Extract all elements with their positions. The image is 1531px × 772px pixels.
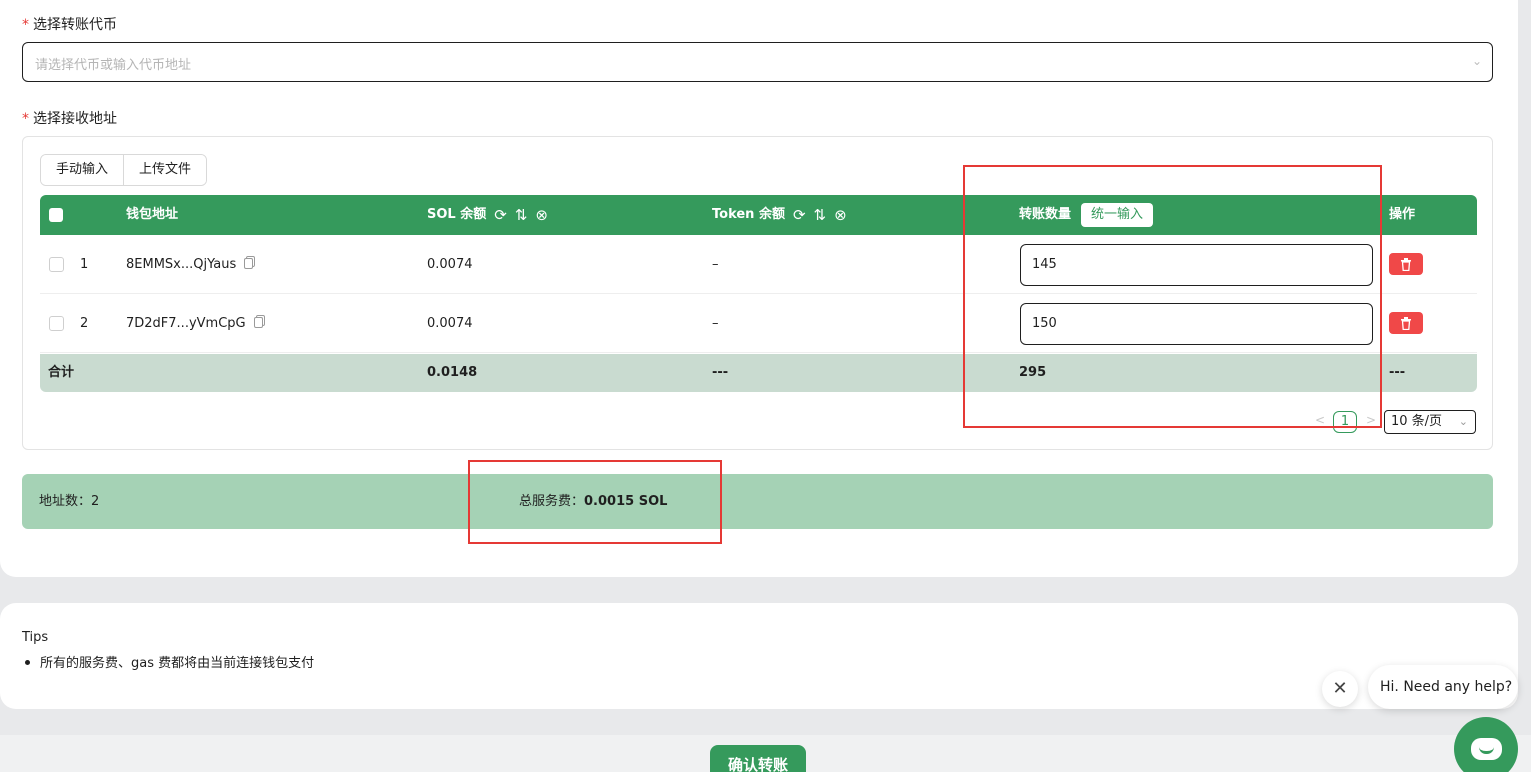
address-panel: 手动输入 上传文件 钱包地址 SOL 余额 ⟳ ⇅ ⊗ Token 余额 ⟳ ⇅…: [22, 136, 1493, 450]
total-label: 合计: [48, 365, 75, 380]
transfer-form-card: * 选择转账代币 请选择代币或输入代币地址 ⌄ * 选择接收地址 手动输入 上传文件…: [0, 0, 1518, 577]
tips-title: Tips: [22, 630, 49, 645]
total-service-fee: 总服务费：0.0015 SOL: [519, 494, 668, 509]
page-number[interactable]: 1: [1333, 411, 1357, 433]
select-all-checkbox[interactable]: [49, 208, 63, 222]
sort-icon[interactable]: ⇅: [515, 207, 528, 223]
copy-icon[interactable]: [253, 317, 263, 328]
tips-card: Tips 所有的服务费、gas 费都将由当前连接钱包支付: [0, 603, 1518, 709]
tips-item: 所有的服务费、gas 费都将由当前连接钱包支付: [22, 652, 314, 671]
chat-greeting[interactable]: Hi. Need any help?: [1368, 665, 1518, 709]
refresh-icon[interactable]: ⟳: [793, 207, 806, 223]
table-row: 1 8EMMSx...QjYaus 0.0074 – 145: [40, 235, 1477, 294]
row-index: 1: [80, 257, 89, 272]
token-select[interactable]: 请选择代币或输入代币地址 ⌄: [22, 42, 1493, 82]
delete-row-button[interactable]: [1389, 312, 1423, 334]
page-size-select[interactable]: 10 条/页 ⌄: [1384, 410, 1476, 434]
header-token-balance: Token 余额 ⟳ ⇅ ⊗: [712, 205, 847, 224]
amount-input[interactable]: 145: [1020, 244, 1373, 286]
table-row: 2 7D2dF7...yVmCpG 0.0074 – 150: [40, 294, 1477, 353]
total-action: ---: [1389, 365, 1406, 380]
token-field-label: * 选择转账代币: [22, 17, 117, 33]
tab-upload-file[interactable]: 上传文件: [123, 155, 207, 185]
wallet-address: 7D2dF7...yVmCpG: [126, 294, 263, 353]
row-index: 2: [80, 316, 89, 331]
row-checkbox[interactable]: [49, 316, 64, 331]
total-sol: 0.0148: [427, 365, 478, 380]
amount-input[interactable]: 150: [1020, 303, 1373, 345]
sort-icon[interactable]: ⇅: [814, 207, 827, 223]
trash-icon: [1401, 257, 1411, 271]
tab-manual-input[interactable]: 手动输入: [41, 155, 124, 185]
chat-icon: [1471, 738, 1502, 760]
sol-balance: 0.0074: [427, 316, 473, 331]
address-count: 地址数：2: [39, 494, 100, 509]
token-balance: –: [712, 316, 719, 331]
token-select-placeholder: 请选择代币或输入代币地址: [35, 58, 192, 73]
row-checkbox[interactable]: [49, 257, 64, 272]
refresh-icon[interactable]: ⟳: [494, 207, 507, 223]
total-amount: 295: [1019, 365, 1047, 380]
header-amount: 转账数量 统一输入: [1019, 195, 1154, 235]
token-balance: –: [712, 257, 719, 272]
trash-icon: [1401, 316, 1411, 330]
chevron-down-icon: ⌄: [1458, 415, 1468, 428]
header-wallet: 钱包地址: [126, 207, 179, 222]
wallet-address: 8EMMSx...QjYaus: [126, 235, 254, 294]
input-mode-switch: 手动输入 上传文件: [40, 154, 208, 186]
summary-bar: 地址数：2 总服务费：0.0015 SOL: [22, 474, 1493, 529]
total-token: ---: [712, 365, 729, 380]
header-action: 操作: [1389, 207, 1416, 222]
clear-icon[interactable]: ⊗: [535, 207, 548, 223]
clear-icon[interactable]: ⊗: [834, 207, 847, 223]
delete-row-button[interactable]: [1389, 253, 1423, 275]
table-header: 钱包地址 SOL 余额 ⟳ ⇅ ⊗ Token 余额 ⟳ ⇅ ⊗ 转账数量 统一…: [40, 195, 1477, 235]
prev-page-icon[interactable]: <: [1315, 413, 1325, 427]
unified-input-button[interactable]: 统一输入: [1081, 203, 1154, 227]
bullet-icon: [25, 660, 30, 665]
table-total-row: 合计 0.0148 --- 295 ---: [40, 354, 1477, 392]
confirm-transfer-button[interactable]: 确认转账: [710, 745, 806, 772]
header-sol-balance: SOL 余额 ⟳ ⇅ ⊗: [427, 205, 548, 224]
chevron-down-icon: ⌄: [1471, 54, 1482, 68]
address-field-label: * 选择接收地址: [22, 111, 117, 127]
sol-balance: 0.0074: [427, 257, 473, 272]
next-page-icon[interactable]: >: [1366, 413, 1376, 427]
chat-launcher-button[interactable]: [1454, 717, 1518, 772]
copy-icon[interactable]: [244, 258, 254, 269]
close-icon[interactable]: ✕: [1322, 671, 1358, 707]
